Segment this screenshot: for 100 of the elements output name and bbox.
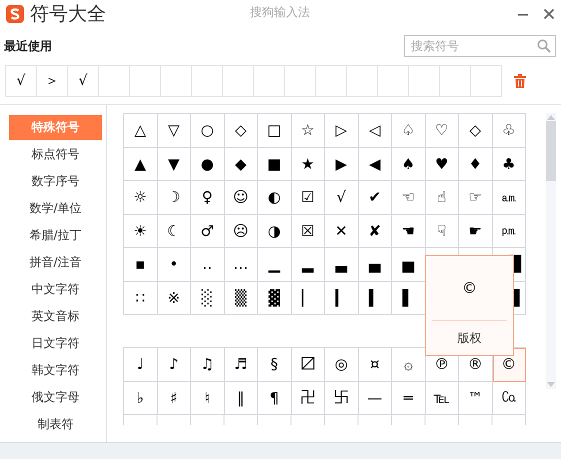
- symbol-cell[interactable]: ▓: [258, 282, 292, 315]
- symbol-cell[interactable]: §: [258, 348, 292, 382]
- search-field[interactable]: 搜索符号: [404, 35, 556, 57]
- symbol-cell[interactable]: ㏂: [492, 181, 526, 214]
- symbol-cell[interactable]: ㏘: [492, 214, 526, 248]
- symbol-cell[interactable]: ♀: [191, 181, 224, 214]
- symbol-cell[interactable]: ※: [158, 282, 191, 315]
- symbol-cell[interactable]: ‖: [224, 382, 258, 415]
- symbol-cell[interactable]: ‥: [191, 248, 224, 282]
- symbol-cell[interactable]: ☾: [158, 214, 191, 248]
- category-tab[interactable]: 数学/单位: [9, 196, 102, 221]
- symbol-cell[interactable]: ♥: [426, 148, 459, 181]
- symbol-cell[interactable]: …: [224, 248, 258, 282]
- symbol-cell[interactable]: ∷: [124, 282, 158, 315]
- symbol-cell[interactable]: ◑: [258, 214, 292, 248]
- category-tab[interactable]: 俄文字母: [9, 385, 102, 410]
- category-tab[interactable]: 韩文字符: [9, 358, 102, 383]
- symbol-cell[interactable]: ♭: [124, 382, 158, 415]
- symbol-cell[interactable]: ▄: [358, 248, 392, 282]
- symbol-cell[interactable]: ♦: [459, 148, 492, 181]
- symbol-cell[interactable]: ░: [191, 282, 224, 315]
- symbol-cell[interactable]: ♮: [191, 382, 224, 415]
- symbol-cell[interactable]: ♩: [124, 348, 158, 382]
- symbol-cell[interactable]: ◇: [459, 114, 492, 148]
- symbol-cell[interactable]: ▏: [292, 282, 325, 315]
- symbol-cell[interactable]: ☜: [392, 181, 426, 214]
- symbol-cell[interactable]: ◎: [325, 348, 358, 382]
- category-tab[interactable]: 中文字符: [9, 277, 102, 302]
- symbol-cell[interactable]: ▪: [124, 248, 158, 282]
- symbol-cell[interactable]: ✕: [325, 214, 358, 248]
- symbol-cell[interactable]: √: [325, 181, 358, 214]
- symbol-cell[interactable]: ☽: [158, 181, 191, 214]
- symbol-cell[interactable]: ═: [392, 382, 426, 415]
- scrollbar[interactable]: [546, 113, 556, 389]
- symbol-cell[interactable]: ▍: [358, 282, 392, 315]
- category-tab[interactable]: 数字序号: [9, 169, 102, 194]
- symbol-cell[interactable]: ¶: [258, 382, 292, 415]
- symbol-cell[interactable]: □: [258, 114, 292, 148]
- symbol-cell[interactable]: —: [358, 382, 392, 415]
- symbol-cell[interactable]: ☆: [292, 114, 325, 148]
- symbol-cell[interactable]: ♬: [224, 348, 258, 382]
- symbol-cell[interactable]: ♤: [392, 114, 426, 148]
- symbol-cell[interactable]: ✘: [358, 214, 392, 248]
- symbol-cell[interactable]: ★: [292, 148, 325, 181]
- category-tab[interactable]: 制表符: [9, 412, 102, 437]
- symbol-cell[interactable]: ■: [258, 148, 292, 181]
- symbol-cell[interactable]: ▲: [124, 148, 158, 181]
- symbol-cell[interactable]: ☑: [292, 181, 325, 214]
- symbol-cell[interactable]: ™: [459, 382, 492, 415]
- symbol-cell[interactable]: 卍: [292, 382, 325, 415]
- symbol-cell[interactable]: ☟: [426, 214, 459, 248]
- symbol-cell[interactable]: •: [158, 248, 191, 282]
- symbol-cell[interactable]: ◀: [358, 148, 392, 181]
- symbol-cell[interactable]: 〼: [292, 348, 325, 382]
- scroll-down-icon[interactable]: [546, 381, 556, 389]
- symbol-cell[interactable]: ▒: [224, 282, 258, 315]
- symbol-cell[interactable]: ♠: [392, 148, 426, 181]
- search-icon[interactable]: [537, 39, 551, 53]
- symbol-cell[interactable]: ♣: [492, 148, 526, 181]
- symbol-cell[interactable]: ☺: [224, 181, 258, 214]
- symbol-cell[interactable]: ▽: [158, 114, 191, 148]
- symbol-cell[interactable]: ○: [191, 114, 224, 148]
- symbol-cell[interactable]: ▂: [292, 248, 325, 282]
- symbol-cell[interactable]: ۞: [392, 348, 426, 382]
- symbol-cell[interactable]: ♡: [426, 114, 459, 148]
- symbol-cell[interactable]: ▶: [325, 148, 358, 181]
- symbol-cell[interactable]: ●: [191, 148, 224, 181]
- symbol-cell[interactable]: ♂: [191, 214, 224, 248]
- category-tab[interactable]: 标点符号: [9, 142, 102, 167]
- symbol-cell[interactable]: △: [124, 114, 158, 148]
- symbol-cell[interactable]: ✔: [358, 181, 392, 214]
- symbol-cell[interactable]: ♪: [158, 348, 191, 382]
- symbol-cell[interactable]: ☀: [124, 214, 158, 248]
- symbol-cell[interactable]: ☚: [392, 214, 426, 248]
- symbol-cell[interactable]: ▷: [325, 114, 358, 148]
- symbol-cell[interactable]: ㏇: [492, 382, 526, 415]
- symbol-cell[interactable]: ◁: [358, 114, 392, 148]
- symbol-cell[interactable]: ▼: [158, 148, 191, 181]
- category-tab[interactable]: 日文字符: [9, 331, 102, 356]
- symbol-cell[interactable]: ▁: [258, 248, 292, 282]
- category-tab[interactable]: 英文音标: [9, 304, 102, 329]
- symbol-cell[interactable]: ☒: [292, 214, 325, 248]
- symbol-cell[interactable]: ◆: [224, 148, 258, 181]
- symbol-cell[interactable]: ℡: [426, 382, 459, 415]
- symbol-cell[interactable]: ☹: [224, 214, 258, 248]
- close-icon[interactable]: [543, 8, 555, 20]
- symbol-cell[interactable]: ▅: [392, 248, 426, 282]
- symbol-cell[interactable]: ¤: [358, 348, 392, 382]
- category-tab[interactable]: 拼音/注音: [9, 250, 102, 275]
- scroll-thumb[interactable]: [546, 121, 556, 181]
- symbol-cell[interactable]: ♧: [492, 114, 526, 148]
- category-tab[interactable]: 希腊/拉丁: [9, 223, 102, 248]
- symbol-cell[interactable]: 卐: [325, 382, 358, 415]
- symbol-cell[interactable]: ☝: [426, 181, 459, 214]
- symbol-cell[interactable]: ♯: [158, 382, 191, 415]
- symbol-cell[interactable]: ◐: [258, 181, 292, 214]
- symbol-cell[interactable]: ▌: [392, 282, 426, 315]
- trash-icon[interactable]: [514, 74, 526, 88]
- symbol-cell[interactable]: ▃: [325, 248, 358, 282]
- symbol-cell[interactable]: ◇: [224, 114, 258, 148]
